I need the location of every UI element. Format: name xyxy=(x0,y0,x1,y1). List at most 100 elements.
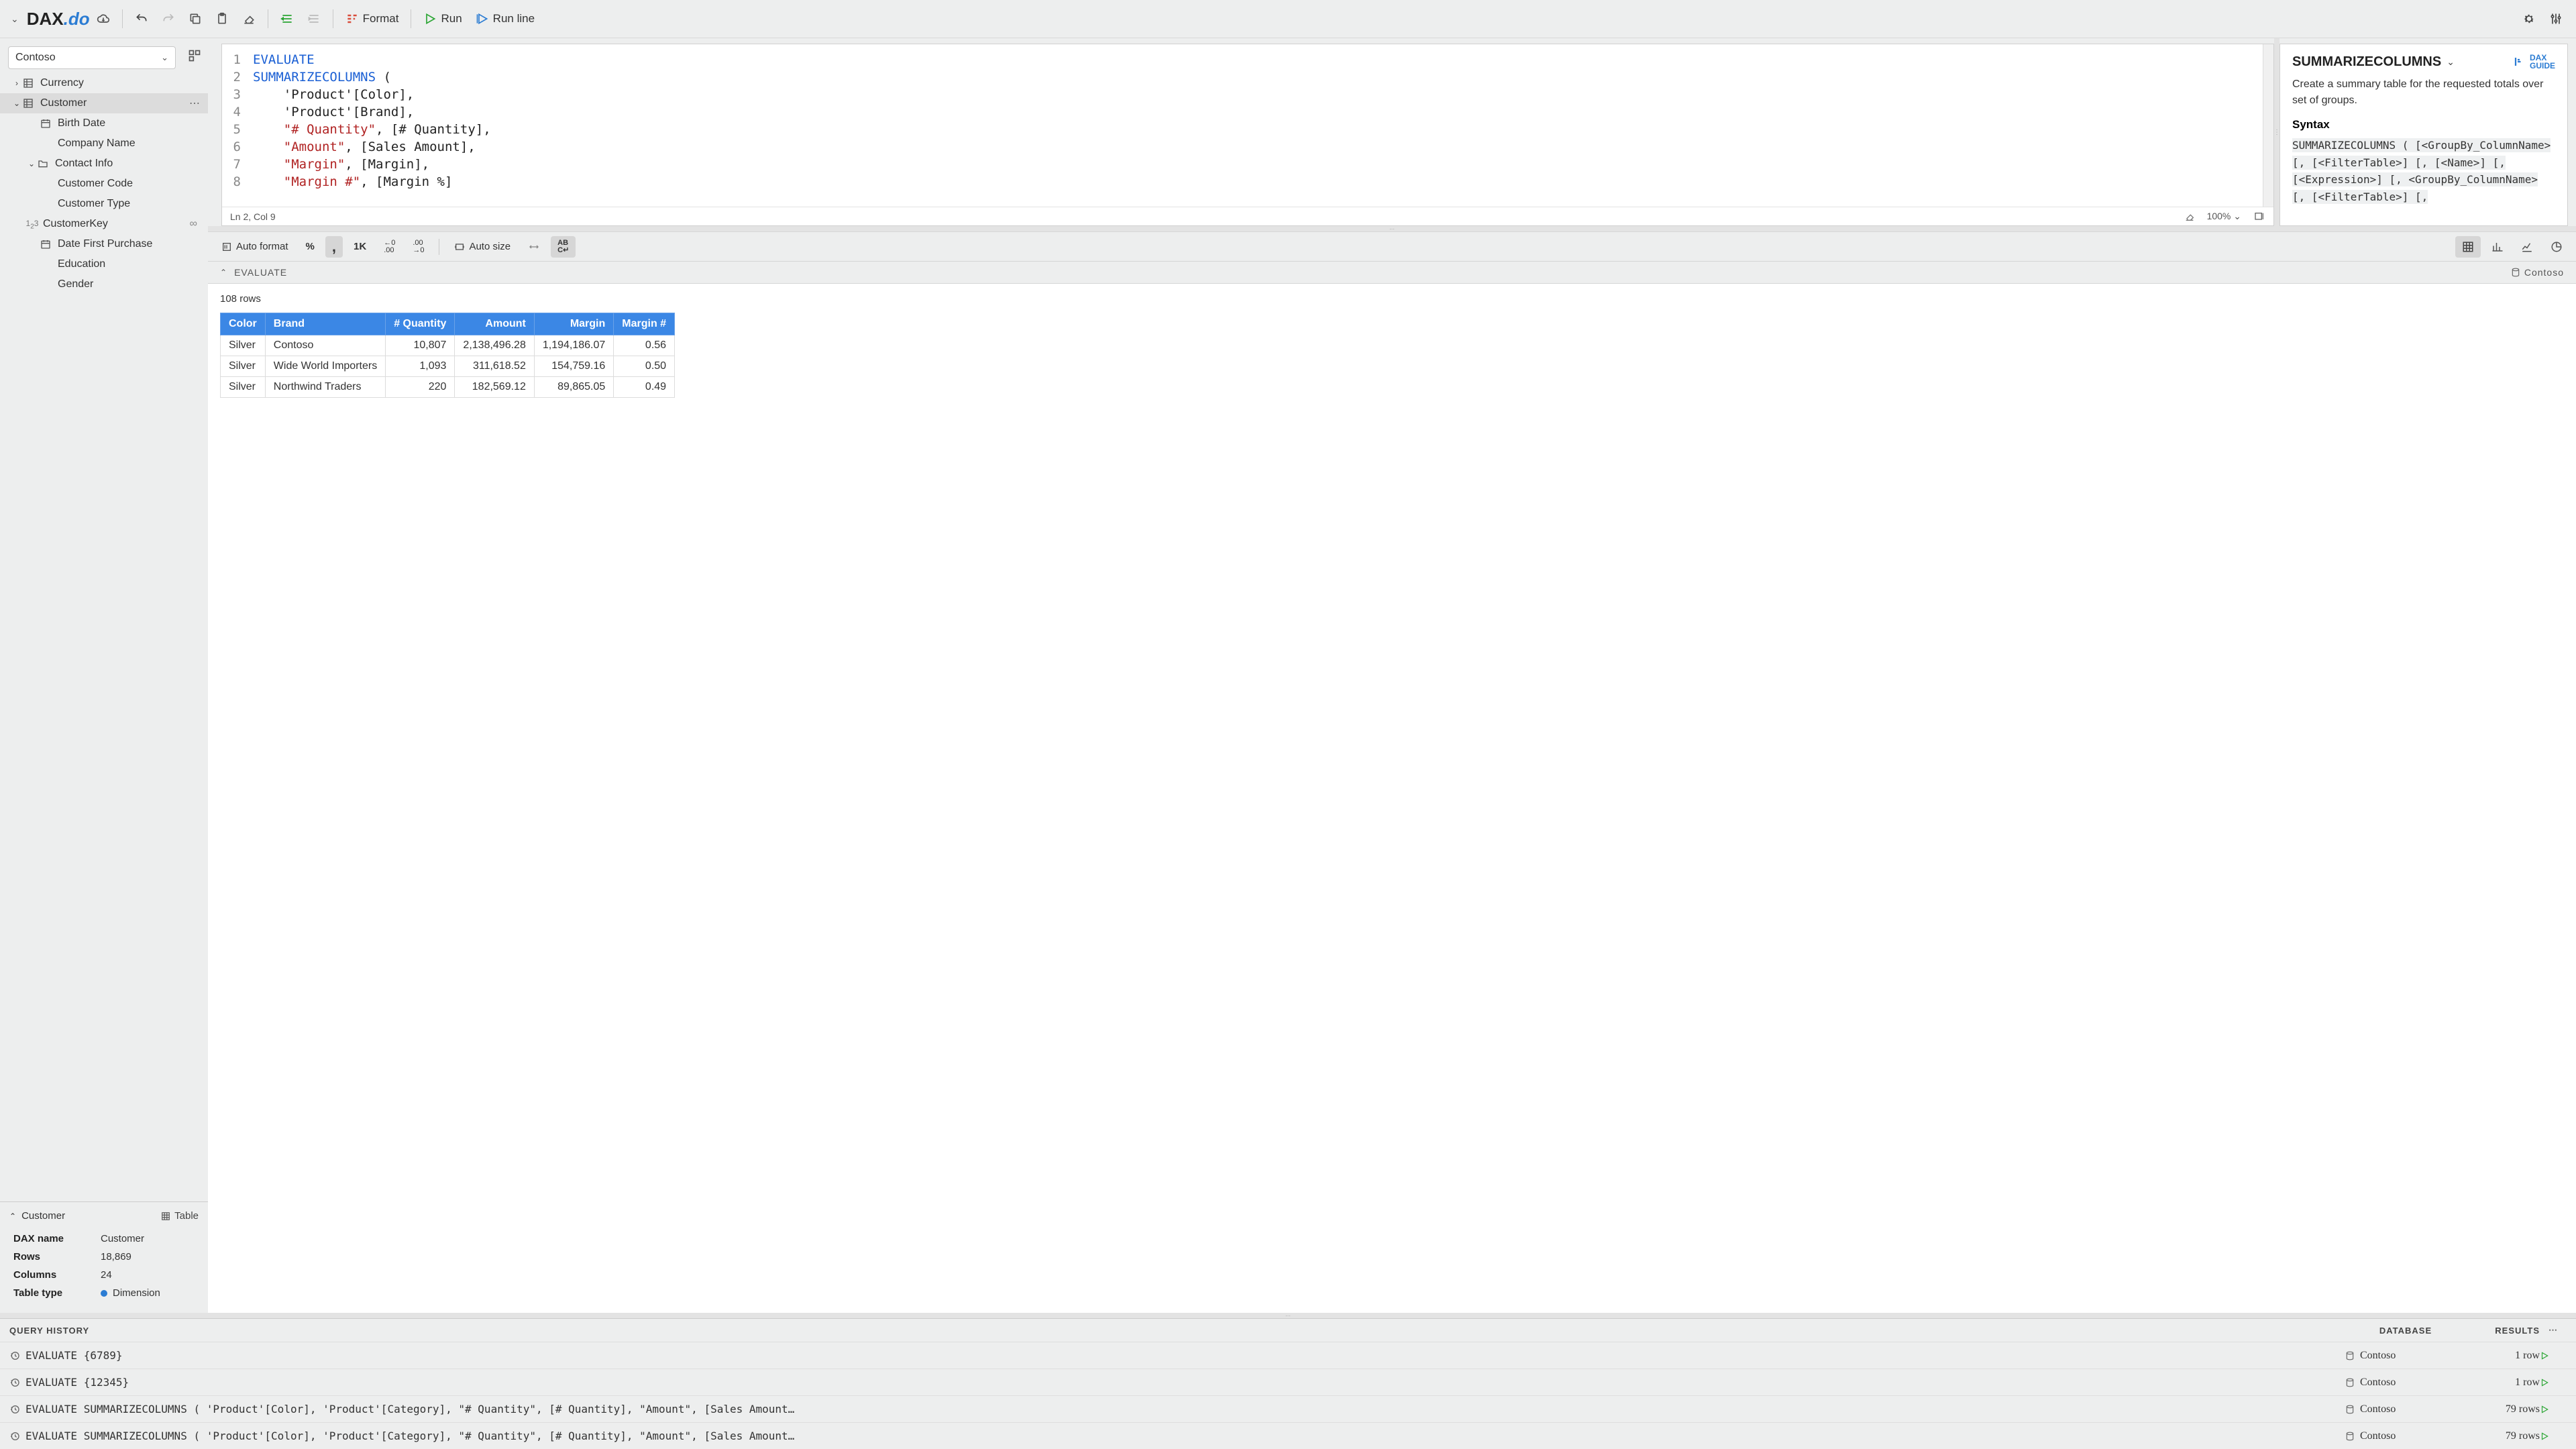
help-description: Create a summary table for the requested… xyxy=(2292,76,2555,109)
tree-item[interactable]: Birth Date xyxy=(0,113,208,133)
history-title: QUERY HISTORY xyxy=(9,1326,89,1336)
play-icon[interactable] xyxy=(2540,1351,2549,1360)
thousands-button[interactable]: , xyxy=(325,236,343,258)
app-logo[interactable]: DAX.do xyxy=(27,9,90,30)
line-chart-button[interactable] xyxy=(2514,236,2540,258)
tree-item[interactable]: ⌄Contact Info xyxy=(0,154,208,174)
history-col-results: RESULTS xyxy=(2466,1326,2540,1336)
results-db: Contoso xyxy=(2524,267,2564,278)
tree-item[interactable]: Gender xyxy=(0,274,208,294)
history-row[interactable]: EVALUATE {6789}Contoso1 row xyxy=(0,1342,2576,1368)
tree-item[interactable]: Date First Purchase xyxy=(0,234,208,254)
indent-in-button[interactable] xyxy=(274,5,301,32)
history-row[interactable]: EVALUATE {12345}Contoso1 row xyxy=(0,1368,2576,1395)
undo-button[interactable] xyxy=(128,5,155,32)
table-icon xyxy=(161,1212,170,1221)
cloud-icon[interactable] xyxy=(90,5,117,32)
tree-item[interactable]: Customer Type xyxy=(0,194,208,214)
gear-icon[interactable] xyxy=(2516,5,2542,32)
run-line-label: Run line xyxy=(493,12,535,25)
erase-button[interactable] xyxy=(235,5,262,32)
tree-item[interactable]: 123CustomerKey∞ xyxy=(0,214,208,234)
results-header-label: EVALUATE xyxy=(234,267,287,278)
row-count: 108 rows xyxy=(220,293,2564,305)
results-toolbar: Auto format % , 1K ←0.00 .00→0 Auto size… xyxy=(208,231,2576,261)
history-icon xyxy=(9,1431,20,1442)
history-more-icon[interactable]: ⋯ xyxy=(2540,1325,2567,1336)
history-splitter[interactable]: ⋯ xyxy=(0,1313,2576,1318)
auto-format-button[interactable]: Auto format xyxy=(215,236,295,258)
paste-button[interactable] xyxy=(209,5,235,32)
run-button[interactable]: Run xyxy=(417,5,468,32)
history-icon xyxy=(9,1404,20,1415)
editor-scrollbar[interactable] xyxy=(2263,44,2273,225)
meta-title: Customer xyxy=(21,1210,65,1222)
tree-item[interactable]: Customer Code xyxy=(0,174,208,194)
run-label: Run xyxy=(441,12,462,25)
help-title: SUMMARIZECOLUMNS xyxy=(2292,54,2441,70)
results-table[interactable]: ColorBrand# QuantityAmountMarginMargin #… xyxy=(220,313,675,398)
fit-width-button[interactable] xyxy=(521,236,547,258)
thousands-k-button[interactable]: 1K xyxy=(347,236,373,258)
tree-item[interactable]: Education xyxy=(0,254,208,274)
model-diagram-icon[interactable] xyxy=(181,42,208,69)
table-view-button[interactable] xyxy=(2455,236,2481,258)
play-icon[interactable] xyxy=(2540,1378,2549,1387)
tree-item[interactable]: Company Name xyxy=(0,133,208,154)
help-syntax: SUMMARIZECOLUMNS ( [<GroupBy_ColumnName>… xyxy=(2292,137,2555,205)
history-row[interactable]: EVALUATE SUMMARIZECOLUMNS ( 'Product'[Co… xyxy=(0,1422,2576,1449)
format-label: Format xyxy=(363,12,399,25)
format-button[interactable]: Format xyxy=(339,5,406,32)
decrease-decimal-button[interactable]: ←0.00 xyxy=(377,236,402,258)
play-icon[interactable] xyxy=(2540,1405,2549,1414)
results-body: 108 rows ColorBrand# QuantityAmountMargi… xyxy=(208,284,2576,1313)
sidebar: Contoso ⌄ ›Currency⌄Customer⋯Birth DateC… xyxy=(0,38,208,1313)
toolbar-sep xyxy=(122,9,123,28)
history-col-database: DATABASE xyxy=(2345,1326,2466,1336)
results-header: ⌃ EVALUATE Contoso xyxy=(208,261,2576,284)
text-wrap-button[interactable]: ABC↵ xyxy=(551,236,576,258)
cursor-position: Ln 2, Col 9 xyxy=(230,211,276,222)
wrap-icon[interactable] xyxy=(2253,211,2265,222)
code-editor[interactable]: 12345678 EVALUATESUMMARIZECOLUMNS ( 'Pro… xyxy=(221,44,2274,226)
bar-chart-button[interactable] xyxy=(2485,236,2510,258)
app-menu-caret[interactable]: ⌄ xyxy=(7,13,27,25)
dax-guide-link[interactable]: DAXGUIDE xyxy=(2512,54,2555,70)
erase-small-icon[interactable] xyxy=(2184,211,2195,222)
query-history-panel: QUERY HISTORY DATABASE RESULTS ⋯ EVALUAT… xyxy=(0,1318,2576,1449)
sliders-icon[interactable] xyxy=(2542,5,2569,32)
model-tree[interactable]: ›Currency⌄Customer⋯Birth DateCompany Nam… xyxy=(0,73,208,1201)
auto-size-button[interactable]: Auto size xyxy=(447,236,517,258)
model-select[interactable]: Contoso ⌄ xyxy=(8,46,176,69)
pie-chart-button[interactable] xyxy=(2544,236,2569,258)
tree-item[interactable]: ›Currency xyxy=(0,73,208,93)
horizontal-splitter[interactable]: ⋯ xyxy=(208,226,2576,231)
metadata-panel: ⌃ Customer Table DAX nameCustomerRows18,… xyxy=(0,1201,208,1313)
top-toolbar: ⌄ DAX.do Format Run Run line xyxy=(0,0,2576,38)
copy-button[interactable] xyxy=(182,5,209,32)
tree-item[interactable]: ⌄Customer⋯ xyxy=(0,93,208,113)
history-icon xyxy=(9,1377,20,1388)
help-panel: SUMMARIZECOLUMNS ⌄ DAXGUIDE Create a sum… xyxy=(2279,44,2568,226)
meta-type: Table xyxy=(174,1210,199,1222)
indent-out-button[interactable] xyxy=(301,5,327,32)
history-row[interactable]: EVALUATE SUMMARIZECOLUMNS ( 'Product'[Co… xyxy=(0,1395,2576,1422)
center-panel: 12345678 EVALUATESUMMARIZECOLUMNS ( 'Pro… xyxy=(208,38,2576,1313)
run-line-button[interactable]: Run line xyxy=(469,5,541,32)
editor-code[interactable]: EVALUATESUMMARIZECOLUMNS ( 'Product'[Col… xyxy=(248,44,2263,225)
chevron-up-icon[interactable]: ⌃ xyxy=(9,1212,16,1221)
percent-button[interactable]: % xyxy=(299,236,321,258)
help-syntax-label: Syntax xyxy=(2292,118,2555,131)
play-icon[interactable] xyxy=(2540,1432,2549,1441)
editor-statusbar: Ln 2, Col 9 100% ⌄ xyxy=(222,207,2273,225)
history-icon xyxy=(9,1350,20,1361)
main-area: Contoso ⌄ ›Currency⌄Customer⋯Birth DateC… xyxy=(0,38,2576,1313)
chevron-down-icon[interactable]: ⌄ xyxy=(2447,56,2455,68)
model-selected: Contoso xyxy=(15,52,56,64)
editor-gutter: 12345678 xyxy=(222,44,248,225)
increase-decimal-button[interactable]: .00→0 xyxy=(406,236,431,258)
redo-button[interactable] xyxy=(155,5,182,32)
chevron-up-icon[interactable]: ⌃ xyxy=(220,268,227,277)
zoom-level[interactable]: 100% ⌄ xyxy=(2207,211,2241,222)
vertical-splitter[interactable]: ⋮ xyxy=(2274,38,2279,226)
